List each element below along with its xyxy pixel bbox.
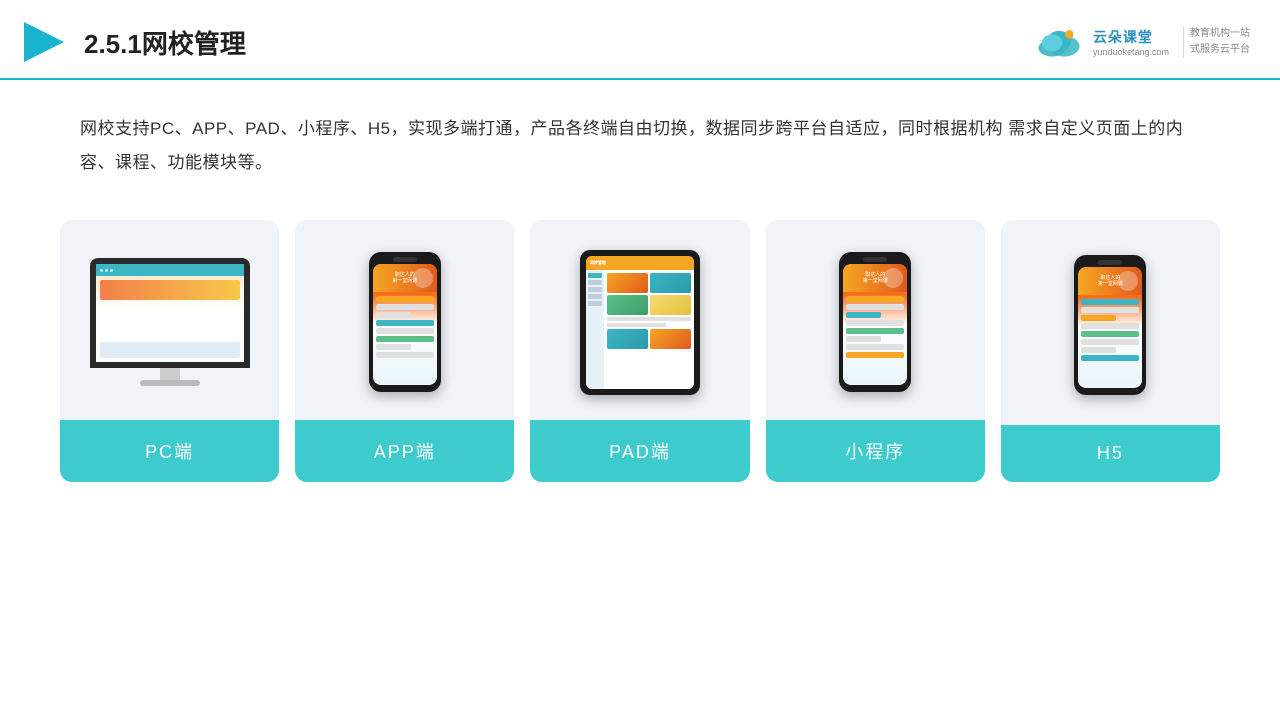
card-miniapp-image: 职达人的第一堂网课	[766, 220, 985, 420]
card-miniapp-label: 小程序	[766, 420, 985, 482]
card-app-label: APP端	[295, 420, 514, 482]
card-h5: 职达人的第一堂网课 H5	[1001, 220, 1220, 482]
phone-h5-icon: 职达人的第一堂网课	[1074, 255, 1146, 395]
header-left: 2.5.1网校管理	[20, 18, 246, 66]
card-pc-label: PC端	[60, 420, 279, 482]
pc-monitor-icon	[90, 258, 250, 386]
logo-area: 云朵课堂 yunduoketang.com 教育机构一站式服务云平台	[1033, 24, 1250, 60]
card-h5-image: 职达人的第一堂网课	[1001, 220, 1220, 425]
platform-cards: PC端 职达人的第一堂网课	[0, 200, 1280, 482]
card-pc-image	[60, 220, 279, 420]
card-pad-label: PAD端	[530, 420, 749, 482]
logo-name: 云朵课堂	[1093, 27, 1169, 47]
logo-url: yunduoketang.com	[1093, 47, 1169, 57]
card-pc: PC端	[60, 220, 279, 482]
play-icon	[20, 18, 68, 66]
phone-app-icon: 职达人的第一堂网课	[369, 252, 441, 392]
cloud-logo-icon	[1033, 24, 1085, 60]
tablet-pad-icon: 网校管理	[580, 250, 700, 395]
header: 2.5.1网校管理 云朵课堂 yunduoketang.com 教育机构一站式服…	[0, 0, 1280, 80]
page-title: 2.5.1网校管理	[84, 24, 246, 61]
description-paragraph: 网校支持PC、APP、PAD、小程序、H5，实现多端打通，产品各终端自由切换，数…	[80, 112, 1200, 180]
card-pad: 网校管理	[530, 220, 749, 482]
card-app-image: 职达人的第一堂网课	[295, 220, 514, 420]
card-pad-image: 网校管理	[530, 220, 749, 420]
card-app: 职达人的第一堂网课 APP端	[295, 220, 514, 482]
card-h5-label: H5	[1001, 425, 1220, 482]
phone-miniapp-icon: 职达人的第一堂网课	[839, 252, 911, 392]
logo-slogan: 教育机构一站式服务云平台	[1183, 26, 1250, 58]
card-miniapp: 职达人的第一堂网课 小程序	[766, 220, 985, 482]
description-text: 网校支持PC、APP、PAD、小程序、H5，实现多端打通，产品各终端自由切换，数…	[0, 80, 1280, 200]
